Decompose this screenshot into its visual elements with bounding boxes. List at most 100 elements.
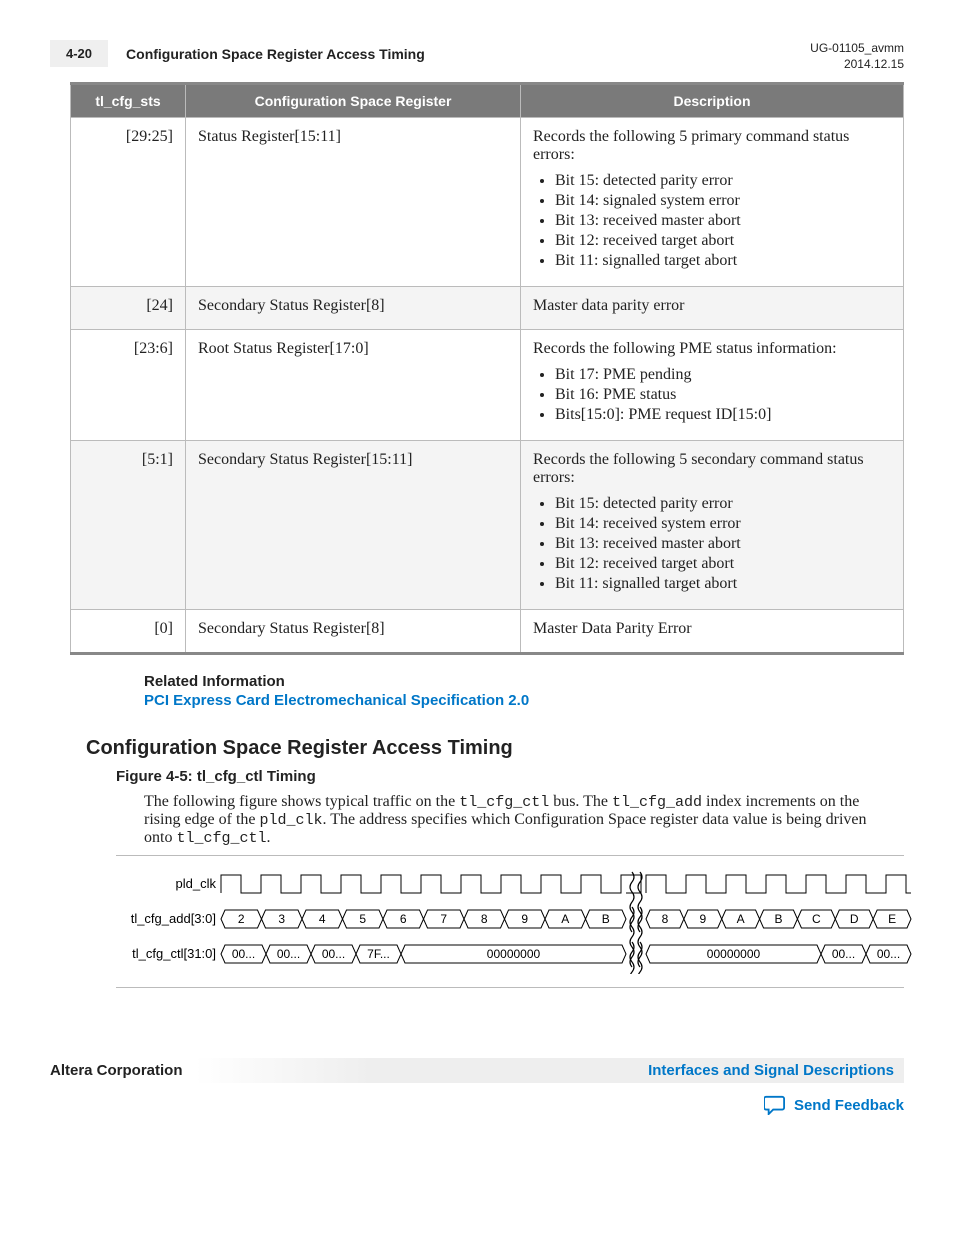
svg-text:C: C (812, 912, 821, 926)
section-heading: Configuration Space Register Access Timi… (86, 737, 904, 760)
desc-intro: Records the following 5 primary command … (533, 128, 891, 164)
svg-text:00...: 00... (232, 947, 255, 961)
svg-text:tl_cfg_add[3:0]: tl_cfg_add[3:0] (131, 911, 216, 926)
svg-text:2: 2 (238, 912, 245, 926)
cell-register: Status Register[15:11] (186, 118, 521, 287)
table-row: [24]Secondary Status Register[8] Master d… (71, 287, 904, 330)
list-item: Bit 11: signalled target abort (555, 575, 891, 593)
feedback-label: Send Feedback (794, 1097, 904, 1114)
register-table: tl_cfg_sts Configuration Space Register … (70, 82, 904, 655)
header-right: UG-01105_avmm 2014.12.15 (810, 40, 904, 72)
svg-text:8: 8 (481, 912, 488, 926)
svg-text:pld_clk: pld_clk (176, 876, 217, 891)
page-title: Configuration Space Register Access Timi… (126, 46, 425, 62)
list-item: Bit 15: detected parity error (555, 495, 891, 513)
cell-description: Master Data Parity Error (521, 610, 904, 654)
svg-text:9: 9 (699, 912, 706, 926)
cell-register: Root Status Register[17:0] (186, 330, 521, 441)
table-row: [23:6]Root Status Register[17:0] Records … (71, 330, 904, 441)
svg-text:D: D (850, 912, 859, 926)
cell-bits: [5:1] (71, 441, 186, 610)
related-title: Related Information (144, 673, 904, 690)
related-link[interactable]: PCI Express Card Electromechanical Speci… (144, 692, 904, 709)
cell-bits: [29:25] (71, 118, 186, 287)
figdesc-m2: tl_cfg_add (612, 794, 702, 811)
svg-text:B: B (774, 912, 782, 926)
svg-text:B: B (602, 912, 610, 926)
desc-intro: Records the following 5 secondary comman… (533, 451, 891, 487)
figure-description: The following figure shows typical traff… (144, 793, 880, 847)
list-item: Bit 13: received master abort (555, 212, 891, 230)
timing-diagram: pld_clk tl_cfg_add[3:0] tl_cfg_ctl[31:0] 2 3… (116, 855, 904, 988)
figdesc-t5: . (266, 829, 270, 846)
page-header: 4-20 Configuration Space Register Access… (50, 40, 904, 72)
figdesc-m3: pld_clk (260, 812, 323, 829)
svg-text:4: 4 (319, 912, 326, 926)
table-row: [0]Secondary Status Register[8] Master Da… (71, 610, 904, 654)
desc-list: Bit 15: detected parity error Bit 14: sig… (533, 172, 891, 270)
svg-text:00...: 00... (877, 947, 900, 961)
list-item: Bit 15: detected parity error (555, 172, 891, 190)
svg-text:6: 6 (400, 912, 407, 926)
cell-register: Secondary Status Register[8] (186, 287, 521, 330)
cell-description: Master data parity error (521, 287, 904, 330)
list-item: Bit 14: signaled system error (555, 192, 891, 210)
svg-text:8: 8 (662, 912, 669, 926)
page-number: 4-20 (50, 40, 108, 67)
cell-description: Records the following 5 primary command … (521, 118, 904, 287)
svg-text:7: 7 (440, 912, 447, 926)
desc-intro: Master data parity error (533, 297, 891, 315)
cell-description: Records the following 5 secondary comman… (521, 441, 904, 610)
col-header-desc: Description (521, 84, 904, 118)
svg-text:tl_cfg_ctl[31:0]: tl_cfg_ctl[31:0] (132, 946, 216, 961)
figdesc-t2: bus. The (549, 793, 612, 810)
cell-bits: [0] (71, 610, 186, 654)
list-item: Bit 12: received target abort (555, 232, 891, 250)
doc-id: UG-01105_avmm (810, 40, 904, 56)
col-header-reg: Configuration Space Register (186, 84, 521, 118)
header-left: 4-20 Configuration Space Register Access… (50, 40, 425, 67)
desc-intro: Records the following PME status informa… (533, 340, 891, 358)
svg-text:A: A (561, 912, 569, 926)
figdesc-m4: tl_cfg_ctl (176, 830, 266, 847)
svg-text:00000000: 00000000 (707, 947, 761, 961)
svg-text:E: E (888, 912, 896, 926)
list-item: Bits[15:0]: PME request ID[15:0] (555, 406, 891, 424)
cell-register: Secondary Status Register[8] (186, 610, 521, 654)
table-row: [5:1]Secondary Status Register[15:11] Rec… (71, 441, 904, 610)
svg-text:00000000: 00000000 (487, 947, 541, 961)
feedback-icon (764, 1095, 786, 1115)
cell-bits: [23:6] (71, 330, 186, 441)
list-item: Bit 11: signalled target abort (555, 252, 891, 270)
figdesc-m1: tl_cfg_ctl (459, 794, 549, 811)
footer-chapter[interactable]: Interfaces and Signal Descriptions (195, 1058, 904, 1083)
list-item: Bit 14: received system error (555, 515, 891, 533)
svg-text:5: 5 (359, 912, 366, 926)
list-item: Bit 16: PME status (555, 386, 891, 404)
svg-text:00...: 00... (832, 947, 855, 961)
desc-list: Bit 15: detected parity error Bit 14: rec… (533, 495, 891, 593)
feedback-link[interactable]: Send Feedback (50, 1095, 904, 1115)
svg-text:A: A (737, 912, 745, 926)
related-info: Related Information PCI Express Card Ele… (144, 673, 904, 709)
svg-text:00...: 00... (322, 947, 345, 961)
list-item: Bit 13: received master abort (555, 535, 891, 553)
page-footer: Altera Corporation Interfaces and Signal… (50, 1058, 904, 1083)
timing-svg: pld_clk tl_cfg_add[3:0] tl_cfg_ctl[31:0] 2 3… (116, 864, 916, 974)
list-item: Bit 17: PME pending (555, 366, 891, 384)
figdesc-t1: The following figure shows typical traff… (144, 793, 459, 810)
list-item: Bit 12: received target abort (555, 555, 891, 573)
table-row: [29:25]Status Register[15:11] Records the… (71, 118, 904, 287)
cell-register: Secondary Status Register[15:11] (186, 441, 521, 610)
footer-corp: Altera Corporation (50, 1062, 183, 1079)
desc-intro: Master Data Parity Error (533, 620, 891, 638)
cell-bits: [24] (71, 287, 186, 330)
col-header-bits: tl_cfg_sts (71, 84, 186, 118)
doc-date: 2014.12.15 (810, 56, 904, 72)
cell-description: Records the following PME status informa… (521, 330, 904, 441)
svg-text:9: 9 (521, 912, 528, 926)
svg-text:3: 3 (278, 912, 285, 926)
svg-text:7F...: 7F... (367, 947, 390, 961)
svg-text:00...: 00... (277, 947, 300, 961)
desc-list: Bit 17: PME pending Bit 16: PME status Bit… (533, 366, 891, 424)
